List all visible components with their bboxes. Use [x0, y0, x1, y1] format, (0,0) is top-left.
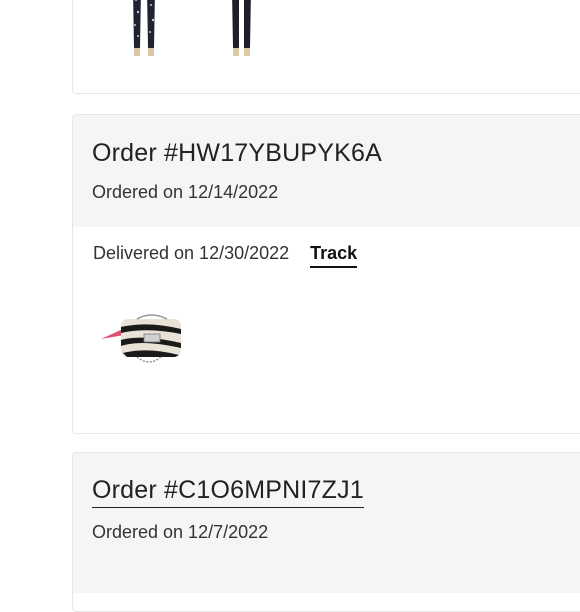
- delivery-status: Delivered on 12/30/2022: [93, 243, 290, 263]
- order-number: Order #HW17YBUPYK6A: [92, 139, 383, 167]
- order-header: Order #HW17YBUPYK6A Ordered on 12/14/202…: [73, 115, 580, 227]
- order-header: Order #C1O6MPNI7ZJ1 Ordered on 12/7/2022: [73, 453, 580, 593]
- order-number-link[interactable]: Order #C1O6MPNI7ZJ1: [92, 475, 364, 508]
- track-link[interactable]: Track: [310, 243, 358, 268]
- delivery-status-row: Delivered on 12/30/2022 Track: [73, 227, 580, 268]
- product-image-leggings-black[interactable]: [221, 0, 261, 60]
- order-card: Order #HW17YBUPYK6A Ordered on 12/14/202…: [72, 114, 580, 434]
- order-card: [72, 0, 580, 94]
- order-date: Ordered on 12/7/2022: [92, 522, 269, 542]
- order-card: Order #C1O6MPNI7ZJ1 Ordered on 12/7/2022: [72, 452, 580, 612]
- order-date: Ordered on 12/14/2022: [92, 182, 279, 202]
- product-image-leggings-patterned[interactable]: [125, 0, 165, 60]
- product-image-zebra-handbag[interactable]: [97, 307, 187, 367]
